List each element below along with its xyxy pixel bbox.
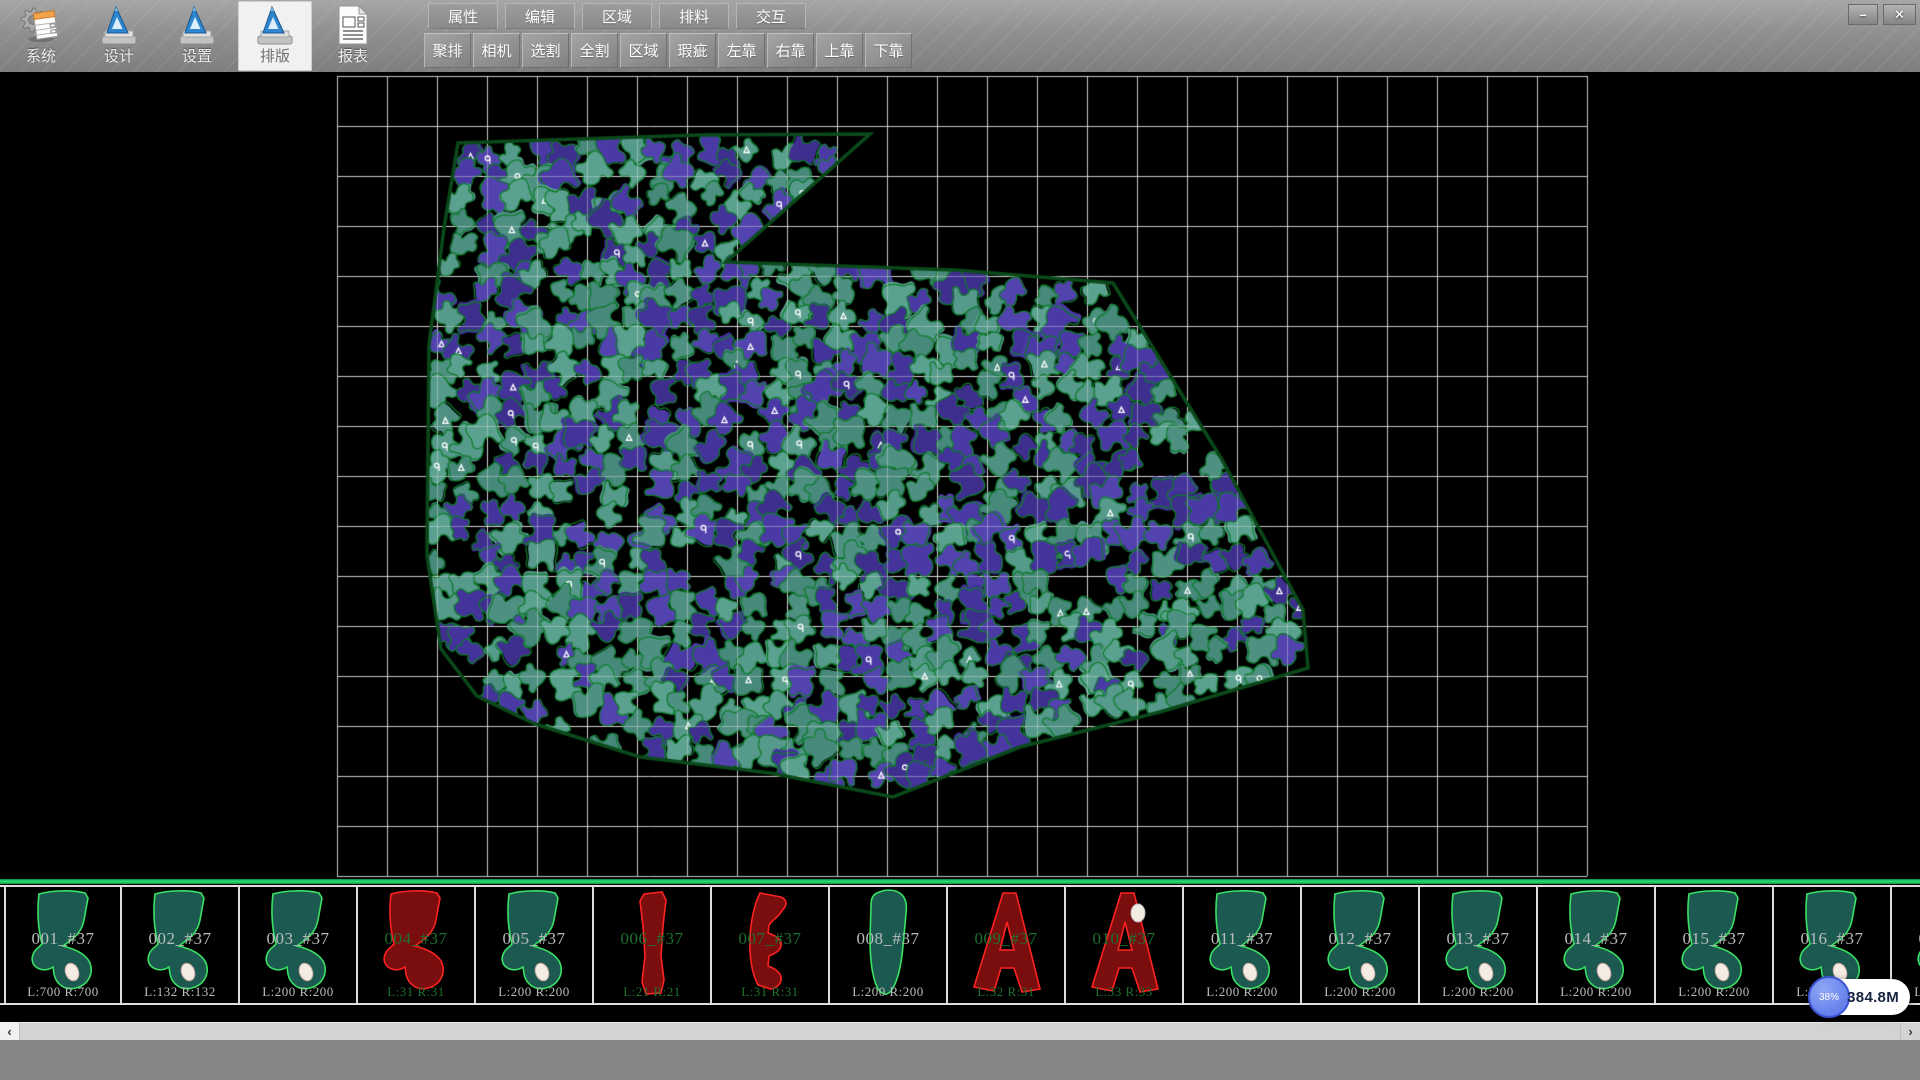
system-gear-icon (19, 3, 63, 47)
status-badge: 38% 384.8M (1808, 976, 1910, 1018)
piece-tile[interactable]: 006_#37 L:21 R:21 (594, 887, 712, 1003)
piece-id-label: 009_#37 (948, 929, 1064, 949)
big-button-report[interactable]: 报表 (316, 1, 390, 71)
tool-select-cut[interactable]: 选割 (522, 33, 569, 68)
report-doc-icon (331, 3, 375, 47)
piece-id-label: 002_#37 (122, 929, 238, 949)
piece-id-label: 013_#37 (1420, 929, 1536, 949)
tool-snap-up[interactable]: 上靠 (816, 33, 863, 68)
piece-tile[interactable]: 005_#37 L:200 R:200 (476, 887, 594, 1003)
piece-id-label: 006_#37 (594, 929, 710, 949)
filmstrip-top-divider (0, 879, 1920, 884)
piece-lr-label: L:200 R:200 (1420, 984, 1536, 1000)
piece-id-label: 001_#37 (6, 929, 120, 949)
big-button-design[interactable]: 设计 (82, 1, 156, 71)
tool-snap-down[interactable]: 下靠 (865, 33, 912, 68)
menu-properties[interactable]: 属性 (428, 3, 498, 29)
piece-tile[interactable]: 009_#37 L:32 R:31 (948, 887, 1066, 1003)
set-square-icon (97, 3, 141, 47)
piece-tile[interactable]: 012_#37 L:200 R:200 (1302, 887, 1420, 1003)
nesting-canvas[interactable] (0, 72, 1920, 880)
app-window: 系统设计设置排版报表 属性编辑区域排料交互 聚排相机选割全割区域瑕疵左靠右靠上靠… (0, 0, 1920, 1080)
piece-tile[interactable]: 011_#37 L:200 R:200 (1184, 887, 1302, 1003)
tool-snap-left[interactable]: 左靠 (718, 33, 765, 68)
horizontal-scrollbar[interactable]: ‹ › (0, 1022, 1920, 1040)
piece-lr-label: L:33 R:33 (1066, 984, 1182, 1000)
piece-lr-label: L:200 R:200 (476, 984, 592, 1000)
piece-id-label: 011_#37 (1184, 929, 1300, 949)
piece-lr-label: L:132 R:132 (122, 984, 238, 1000)
piece-tile[interactable]: 013_#37 L:200 R:200 (1420, 887, 1538, 1003)
piece-lr-label: L:700 R:700 (6, 984, 120, 1000)
minimize-button[interactable]: – (1848, 4, 1878, 25)
piece-filmstrip: 001_#37L:700 R:700002_#37L:132 R:132003_… (0, 879, 1920, 1008)
piece-lr-label: L:31 R:31 (712, 984, 828, 1000)
big-button-label: 设计 (82, 45, 156, 66)
piece-lr-label: L:31 R:31 (358, 984, 474, 1000)
close-button[interactable]: ✕ (1883, 4, 1916, 25)
memory-label: 384.8M (1847, 979, 1899, 1015)
piece-id-label: 014_#37 (1538, 929, 1654, 949)
piece-id-label: 005_#37 (476, 929, 592, 949)
piece-id-label: 015_#37 (1656, 929, 1772, 949)
big-button-label: 设置 (160, 45, 234, 66)
piece-lr-label: L:200 R:200 (1184, 984, 1300, 1000)
progress-circle: 38% (1808, 976, 1850, 1018)
piece-tile[interactable]: 004_#37 L:31 R:31 (358, 887, 476, 1003)
tool-cluster-nest[interactable]: 聚排 (424, 33, 471, 68)
piece-tile[interactable]: 015_#37 L:200 R:200 (1656, 887, 1774, 1003)
set-square-icon (175, 3, 219, 47)
piece-id-label: 012_#37 (1302, 929, 1418, 949)
piece-tile[interactable]: 014_#37 L:200 R:200 (1538, 887, 1656, 1003)
tool-cut-all[interactable]: 全割 (571, 33, 618, 68)
piece-tile[interactable]: 003_#37 L:200 R:200 (240, 887, 358, 1003)
piece-id-label: 016_#37 (1774, 929, 1890, 949)
ribbon: 系统设计设置排版报表 属性编辑区域排料交互 聚排相机选割全割区域瑕疵左靠右靠上靠… (0, 0, 1920, 72)
piece-lr-label: L:200 R:200 (1656, 984, 1772, 1000)
big-button-settings[interactable]: 设置 (160, 1, 234, 71)
piece-lr-label: L:200 R:200 (1302, 984, 1418, 1000)
piece-id-label: 004_#37 (358, 929, 474, 949)
scroll-right-button[interactable]: › (1900, 1023, 1920, 1040)
tool-camera[interactable]: 相机 (473, 33, 520, 68)
piece-tile[interactable]: 010_#37 L:33 R:33 (1066, 887, 1184, 1003)
piece-tile[interactable]: 002_#37 L:132 R:132 (122, 887, 240, 1003)
menu-nest[interactable]: 排料 (659, 3, 729, 29)
piece-id-label: 003_#37 (240, 929, 356, 949)
piece-id-label: 008_#37 (830, 929, 946, 949)
piece-lr-label: L:21 R:21 (594, 984, 710, 1000)
piece-id-label: 017_#37 (1892, 929, 1920, 949)
piece-id-label: 010_#37 (1066, 929, 1182, 949)
big-button-label: 系统 (4, 45, 78, 66)
piece-lr-label: L:32 R:31 (948, 984, 1064, 1000)
big-button-nesting[interactable]: 排版 (238, 1, 312, 71)
scroll-left-button[interactable]: ‹ (0, 1023, 20, 1040)
set-square-icon (253, 3, 297, 47)
piece-lr-label: L:200 R:200 (240, 984, 356, 1000)
menu-interactive[interactable]: 交互 (736, 3, 806, 29)
piece-lr-label: L:200 R:200 (1538, 984, 1654, 1000)
piece-lr-label: L:200 R:200 (830, 984, 946, 1000)
piece-id-label: 007_#37 (712, 929, 828, 949)
tool-defect[interactable]: 瑕疵 (669, 33, 716, 68)
piece-tile[interactable]: 001_#37 L:700 R:700 (4, 887, 122, 1003)
menu-edit[interactable]: 编辑 (505, 3, 575, 29)
tool-region[interactable]: 区域 (620, 33, 667, 68)
filmstrip-tiles: 001_#37L:700 R:700002_#37L:132 R:132003_… (0, 885, 1920, 1005)
big-button-label: 排版 (238, 45, 312, 66)
menu-region[interactable]: 区域 (582, 3, 652, 29)
big-button-system[interactable]: 系统 (4, 1, 78, 71)
tool-snap-right[interactable]: 右靠 (767, 33, 814, 68)
big-button-label: 报表 (316, 45, 390, 66)
piece-tile[interactable]: 008_#37 L:200 R:200 (830, 887, 948, 1003)
bottom-panel (0, 1040, 1920, 1080)
piece-tile[interactable]: 007_#37 L:31 R:31 (712, 887, 830, 1003)
